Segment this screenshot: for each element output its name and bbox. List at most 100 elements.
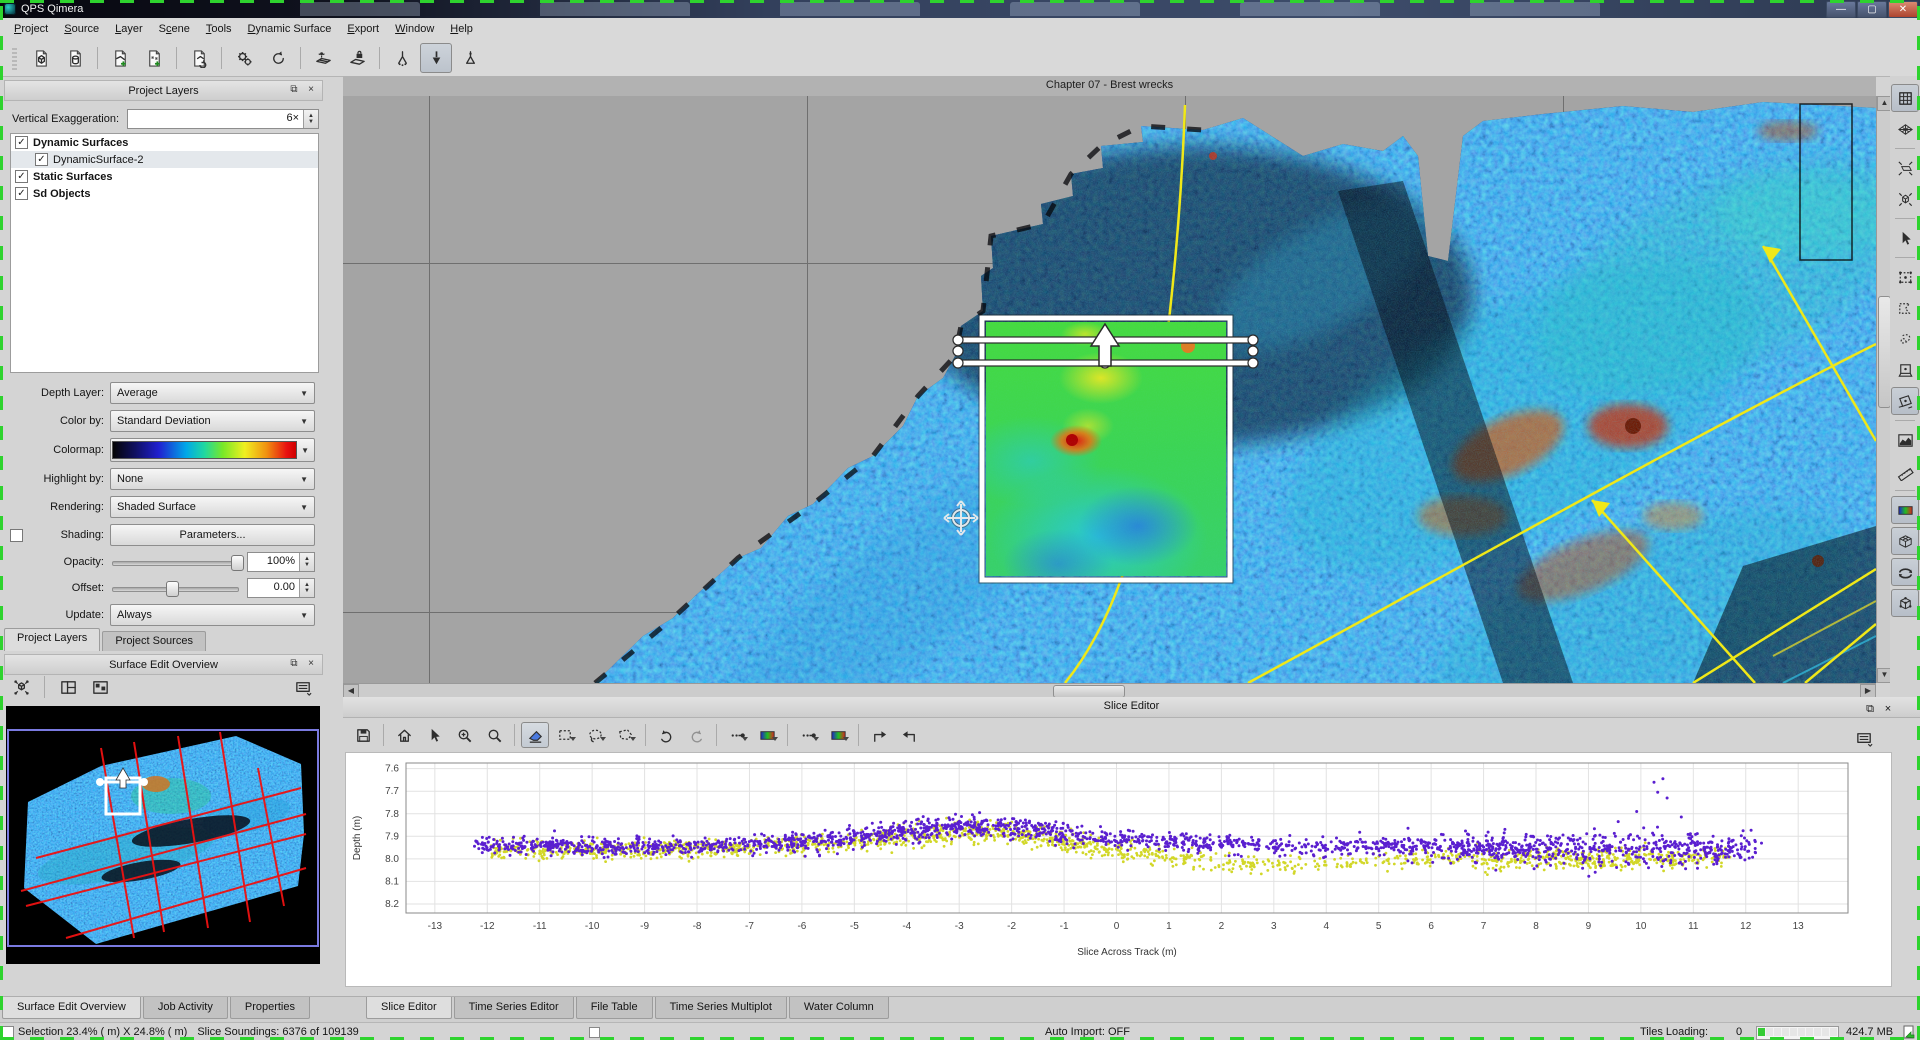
- dock-tab-slice-editor[interactable]: Slice Editor: [366, 997, 452, 1019]
- zoom-extents-mesh-icon[interactable]: [1891, 154, 1919, 182]
- redo-icon[interactable]: [682, 722, 710, 748]
- colormap-select[interactable]: ▼: [110, 438, 315, 462]
- surface-splash-icon[interactable]: [307, 43, 339, 73]
- zoom-tool-icon[interactable]: [480, 722, 508, 748]
- dynamic-surface-selection[interactable]: [953, 318, 1258, 606]
- zoom-extents-3d-icon[interactable]: [1891, 185, 1919, 213]
- zoom-in-icon[interactable]: [450, 722, 478, 748]
- menu-item-dynamic-surface[interactable]: Dynamic Surface: [240, 20, 340, 38]
- save-icon[interactable]: [349, 722, 377, 748]
- slider-handle[interactable]: [166, 581, 179, 597]
- menu-item-tools[interactable]: Tools: [198, 20, 240, 38]
- import-status-icon[interactable]: [1902, 1025, 1916, 1039]
- slice-box-icon[interactable]: [1891, 356, 1919, 384]
- menu-item-source[interactable]: Source: [56, 20, 107, 38]
- polygon-selection-icon[interactable]: [1891, 294, 1919, 322]
- overview-thumbnail[interactable]: [6, 706, 320, 964]
- axes-toggle-icon[interactable]: [1891, 589, 1919, 617]
- dock-tab-water-column[interactable]: Water Column: [789, 997, 889, 1019]
- scene-viewport[interactable]: Chapter 07 - Brest wrecks: [343, 76, 1876, 697]
- import-file-icon[interactable]: [183, 43, 215, 73]
- sounding-select-icon[interactable]: [386, 43, 418, 73]
- pointer-tool-icon[interactable]: [420, 722, 448, 748]
- dock-tab-time-series-multiplot[interactable]: Time Series Multiplot: [655, 997, 787, 1019]
- spin-arrows-icon[interactable]: ▲▼: [303, 110, 318, 128]
- map-horizontal-scrollbar[interactable]: ◀ ▶: [343, 683, 1876, 698]
- lasso-select-icon[interactable]: [581, 722, 609, 748]
- measure-tool-icon[interactable]: [1891, 457, 1919, 485]
- grid-view-icon[interactable]: [1891, 84, 1919, 112]
- profile-view-icon[interactable]: [1891, 426, 1919, 454]
- add-raw-files-icon[interactable]: [104, 43, 136, 73]
- layer-checkbox[interactable]: ✓: [35, 153, 48, 166]
- layout-split-icon[interactable]: [55, 675, 81, 699]
- float-panel-icon[interactable]: ⧉: [288, 84, 300, 96]
- rendering-select[interactable]: Shaded Surface▼: [110, 496, 315, 518]
- tab-project-layers[interactable]: Project Layers: [4, 628, 100, 651]
- preferences-gears-icon[interactable]: [228, 43, 260, 73]
- layer-checkbox[interactable]: ✓: [15, 136, 28, 149]
- shading-parameters-button[interactable]: Parameters...: [110, 524, 315, 546]
- bathymetry-map[interactable]: [343, 96, 1876, 683]
- refresh-icon[interactable]: [262, 43, 294, 73]
- menu-item-export[interactable]: Export: [339, 20, 387, 38]
- project-doc-layers-icon[interactable]: [59, 43, 91, 73]
- menu-item-layer[interactable]: Layer: [107, 20, 151, 38]
- close-button[interactable]: ✕: [1888, 1, 1918, 18]
- colormap-mode2-icon[interactable]: [824, 722, 852, 748]
- home-view-icon[interactable]: [390, 722, 418, 748]
- minimize-button[interactable]: —: [1826, 1, 1856, 18]
- rect-select-icon[interactable]: [551, 722, 579, 748]
- layer-checkbox[interactable]: ✓: [15, 170, 28, 183]
- eraser-tool-icon[interactable]: [521, 722, 549, 748]
- polygon-select-icon[interactable]: [611, 722, 639, 748]
- layer-tree-item[interactable]: ✓Static Surfaces: [11, 168, 318, 185]
- undo-icon[interactable]: [652, 722, 680, 748]
- next-slice-icon[interactable]: [865, 722, 893, 748]
- rect-selection-icon[interactable]: [1891, 263, 1919, 291]
- vertical-exaggeration-stepper[interactable]: 6× ▲▼: [127, 109, 319, 129]
- wireframe-toggle-icon[interactable]: [1891, 527, 1919, 555]
- menu-item-project[interactable]: Project: [6, 20, 56, 38]
- depth-layer-select[interactable]: Average▼: [110, 382, 315, 404]
- lasso-selection-icon[interactable]: [1891, 325, 1919, 353]
- patch-edit-tool-icon[interactable]: [454, 43, 486, 73]
- update-select[interactable]: Always▼: [110, 604, 315, 626]
- float-panel-icon[interactable]: ⧉: [288, 658, 300, 670]
- opacity-slider[interactable]: [110, 552, 241, 572]
- layer-checkbox[interactable]: ✓: [15, 187, 28, 200]
- close-panel-icon[interactable]: ×: [305, 84, 317, 96]
- pointer-tool-icon[interactable]: [1891, 224, 1919, 252]
- dock-tab-file-table[interactable]: File Table: [576, 997, 653, 1019]
- slice-edit-tool-icon[interactable]: [420, 43, 452, 73]
- slider-handle[interactable]: [231, 555, 244, 571]
- tab-project-sources[interactable]: Project Sources: [102, 631, 206, 651]
- color-by-select[interactable]: Standard Deviation▼: [110, 410, 315, 432]
- highlight-by-select[interactable]: None▼: [110, 468, 315, 490]
- close-panel-icon[interactable]: ×: [305, 658, 317, 670]
- menu-item-window[interactable]: Window: [387, 20, 442, 38]
- zoom-extents-icon[interactable]: [8, 675, 34, 699]
- accept-soundings-icon[interactable]: [723, 722, 751, 748]
- slice-box-rotated-icon[interactable]: [1891, 387, 1919, 415]
- spin-arrows-icon[interactable]: ▲▼: [299, 553, 314, 571]
- map-vertical-scrollbar[interactable]: ▲ ▼: [1876, 96, 1891, 683]
- layer-tree-item[interactable]: ✓Sd Objects: [11, 185, 318, 202]
- colormap-toggle-icon[interactable]: [1891, 496, 1919, 524]
- shading-checkbox[interactable]: [10, 529, 23, 542]
- layout-tiles-icon[interactable]: [87, 675, 113, 699]
- slice-plot-card[interactable]: 7.67.77.87.98.08.18.2-13-12-11-10-9-8-7-…: [345, 752, 1892, 987]
- status-checkbox[interactable]: [589, 1027, 600, 1038]
- dock-tab-time-series-editor[interactable]: Time Series Editor: [454, 997, 574, 1019]
- float-panel-icon[interactable]: ⧉: [1864, 700, 1876, 712]
- previous-slice-icon[interactable]: [895, 722, 923, 748]
- surface-lock-icon[interactable]: [341, 43, 373, 73]
- colormap-mode-icon[interactable]: [753, 722, 781, 748]
- reject-soundings-icon[interactable]: [794, 722, 822, 748]
- layer-tree-item[interactable]: ✓DynamicSurface-2: [11, 151, 318, 168]
- maximize-button[interactable]: ▢: [1857, 1, 1887, 18]
- dock-tab-surface-edit-overview[interactable]: Surface Edit Overview: [2, 997, 141, 1019]
- panel-menu-icon[interactable]: [287, 672, 319, 702]
- menu-item-help[interactable]: Help: [442, 20, 481, 38]
- menu-item-scene[interactable]: Scene: [151, 20, 198, 38]
